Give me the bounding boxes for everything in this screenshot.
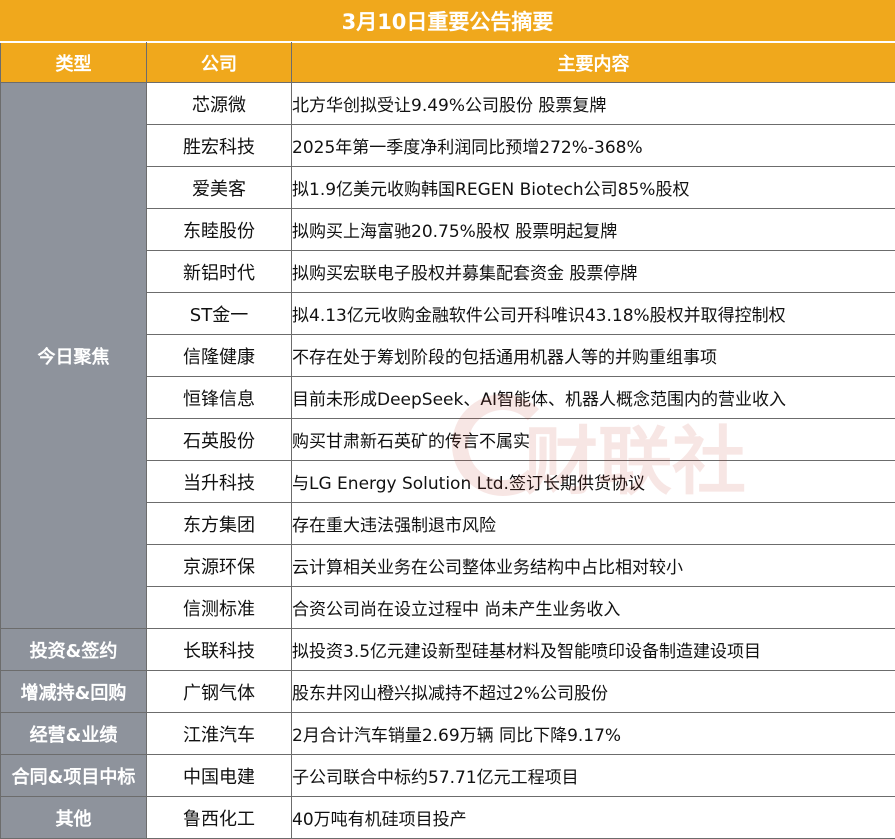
table-row: 投资&签约 长联科技 拟投资3.5亿元建设新型硅基材料及智能喷印设备制造建设项目 (0, 628, 895, 671)
content-cell: 2月合计汽车销量2.69万辆 同比下降9.17% (291, 712, 895, 755)
content-cell: 购买甘肃新石英矿的传言不属实 (291, 418, 895, 461)
company-cell: 东睦股份 (146, 208, 292, 251)
content-cell: 股东井冈山橙兴拟减持不超过2%公司股份 (291, 670, 895, 713)
category-cell: 其他 (0, 796, 147, 839)
company-cell: 恒锋信息 (146, 376, 292, 419)
content-cell: 北方华创拟受让9.49%公司股份 股票复牌 (291, 82, 895, 125)
table-row: 今日聚焦 芯源微 北方华创拟受让9.49%公司股份 股票复牌 (0, 82, 895, 629)
content-cell: 云计算相关业务在公司整体业务结构中占比相对较小 (291, 544, 895, 587)
table-row: 合同&项目中标 中国电建 子公司联合中标约57.71亿元工程项目 (0, 754, 895, 797)
category-cell: 合同&项目中标 (0, 754, 147, 797)
company-cell: 新铝时代 (146, 250, 292, 293)
company-cell: 芯源微 (146, 82, 292, 125)
company-cell: 东方集团 (146, 502, 292, 545)
content-cell: 不存在处于筹划阶段的包括通用机器人等的并购重组事项 (291, 334, 895, 377)
table-row: 增减持&回购 广钢气体 股东井冈山橙兴拟减持不超过2%公司股份 (0, 670, 895, 713)
company-cell: 信测标准 (146, 586, 292, 629)
company-cell: 广钢气体 (146, 670, 292, 713)
content-cell: 2025年第一季度净利润同比预增272%-368% (291, 124, 895, 167)
content-cell: 合资公司尚在设立过程中 尚未产生业务收入 (291, 586, 895, 629)
content-cell: 拟1.9亿美元收购韩国REGEN Biotech公司85%股权 (291, 166, 895, 209)
table-row: 经营&业绩 江淮汽车 2月合计汽车销量2.69万辆 同比下降9.17% (0, 712, 895, 755)
content-cell: 拟购买上海富驰20.75%股权 股票明起复牌 (291, 208, 895, 251)
company-cell: 中国电建 (146, 754, 292, 797)
content-cell: 存在重大违法强制退市风险 (291, 502, 895, 545)
company-cell: 江淮汽车 (146, 712, 292, 755)
content-cell: 拟投资3.5亿元建设新型硅基材料及智能喷印设备制造建设项目 (291, 628, 895, 671)
column-header-type: 类型 (0, 42, 147, 83)
content-cell: 子公司联合中标约57.71亿元工程项目 (291, 754, 895, 797)
page-title: 3月10日重要公告摘要 (0, 0, 895, 42)
company-cell: 京源环保 (146, 544, 292, 587)
content-cell: 40万吨有机硅项目投产 (291, 796, 895, 839)
company-cell: 爱美客 (146, 166, 292, 209)
company-cell: 鲁西化工 (146, 796, 292, 839)
company-cell: 石英股份 (146, 418, 292, 461)
content-cell: 拟4.13亿元收购金融软件公司开科唯识43.18%股权并取得控制权 (291, 292, 895, 335)
category-cell: 增减持&回购 (0, 670, 147, 713)
column-header-company: 公司 (146, 42, 292, 83)
category-cell: 投资&签约 (0, 628, 147, 671)
category-cell: 经营&业绩 (0, 712, 147, 755)
table-row: 其他 鲁西化工 40万吨有机硅项目投产 (0, 796, 895, 839)
summary-table: 类型 公司 主要内容 今日聚焦 芯源微 北方华创拟受让9.49%公司股份 股票复… (0, 42, 895, 839)
company-cell: 当升科技 (146, 460, 292, 503)
company-cell: 胜宏科技 (146, 124, 292, 167)
company-cell: 长联科技 (146, 628, 292, 671)
content-cell: 与LG Energy Solution Ltd.签订长期供货协议 (291, 460, 895, 503)
company-cell: ST金一 (146, 292, 292, 335)
column-header-content: 主要内容 (291, 42, 895, 83)
announcement-summary: 3月10日重要公告摘要 类型 公司 主要内容 今日聚焦 芯源微 北方华创拟受让9… (0, 0, 895, 839)
content-cell: 目前未形成DeepSeek、AI智能体、机器人概念范围内的营业收入 (291, 376, 895, 419)
company-cell: 信隆健康 (146, 334, 292, 377)
category-cell: 今日聚焦 (0, 82, 147, 629)
content-cell: 拟购买宏联电子股权并募集配套资金 股票停牌 (291, 250, 895, 293)
